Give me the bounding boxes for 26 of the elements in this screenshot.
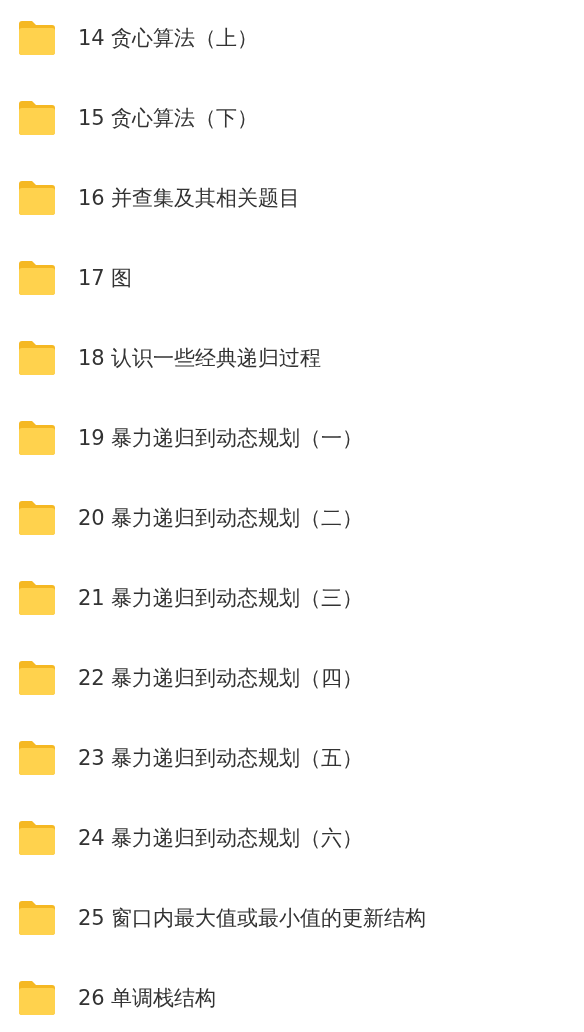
folder-name[interactable]: 14 贪心算法（上）: [78, 24, 259, 52]
folder-icon[interactable]: [17, 260, 57, 296]
folder-name[interactable]: 18 认识一些经典递归过程: [78, 344, 322, 372]
folder-name[interactable]: 16 并查集及其相关题目: [78, 184, 301, 212]
folder-icon[interactable]: [17, 500, 57, 536]
folder-name[interactable]: 23 暴力递归到动态规划（五）: [78, 744, 364, 772]
folder-name[interactable]: 24 暴力递归到动态规划（六）: [78, 824, 364, 852]
folder-icon[interactable]: [17, 580, 57, 616]
folder-icon[interactable]: [17, 980, 57, 1016]
folder-icon[interactable]: [17, 820, 57, 856]
folder-icon[interactable]: [17, 100, 57, 136]
folder-name[interactable]: 26 单调栈结构: [78, 984, 217, 1012]
folder-name[interactable]: 19 暴力递归到动态规划（一）: [78, 424, 364, 452]
folder-icon[interactable]: [17, 180, 57, 216]
folder-name[interactable]: 22 暴力递归到动态规划（四）: [78, 664, 364, 692]
folder-icon[interactable]: [17, 420, 57, 456]
folder-name[interactable]: 17 图: [78, 264, 133, 292]
folder-icon[interactable]: [17, 660, 57, 696]
folder-icon[interactable]: [17, 740, 57, 776]
folder-icon[interactable]: [17, 900, 57, 936]
folder-name[interactable]: 15 贪心算法（下）: [78, 104, 259, 132]
folder-name[interactable]: 20 暴力递归到动态规划（二）: [78, 504, 364, 532]
folder-icon[interactable]: [17, 20, 57, 56]
folder-name[interactable]: 21 暴力递归到动态规划（三）: [78, 584, 364, 612]
folder-icon[interactable]: [17, 340, 57, 376]
folder-name[interactable]: 25 窗口内最大值或最小值的更新结构: [78, 904, 427, 932]
